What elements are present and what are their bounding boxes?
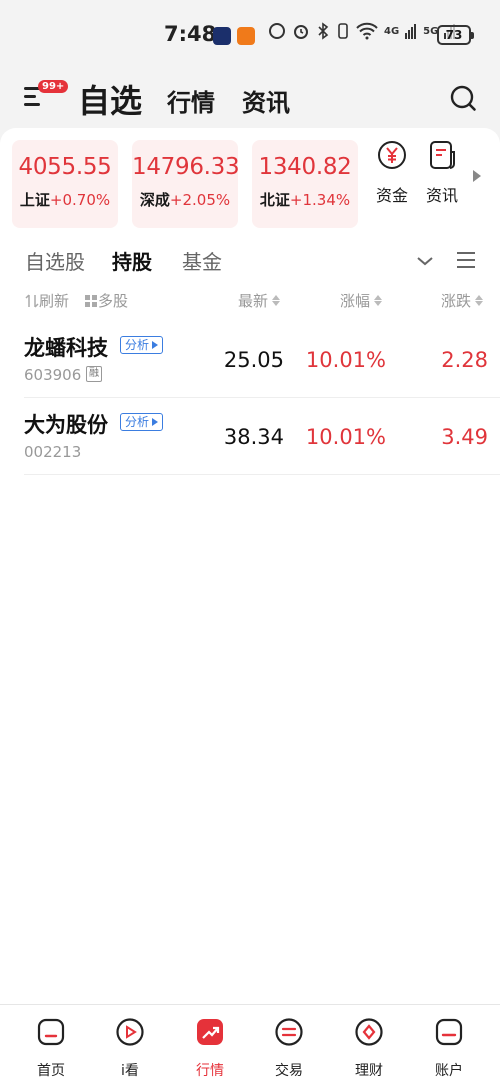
battery-level: 73	[445, 28, 463, 42]
refresh-button[interactable]: 刷新	[25, 290, 69, 311]
wealth-icon	[355, 1018, 383, 1046]
stock-change-amt: 2.28	[441, 348, 488, 372]
network-type: 4G	[384, 25, 400, 37]
sub-tab-bar: 自选股 持股 基金	[0, 246, 500, 282]
index-name: 北证	[259, 191, 290, 209]
more-arrow-icon[interactable]	[473, 170, 481, 182]
sort-arrows-icon	[25, 294, 39, 308]
column-latest[interactable]: 最新	[238, 290, 281, 311]
alarm-icon	[294, 25, 308, 39]
nav-market[interactable]: 行情	[180, 1017, 240, 1080]
stock-name: 大为股份	[24, 413, 108, 437]
column-latest-label: 最新	[238, 292, 269, 310]
column-change-pct[interactable]: 涨幅	[340, 290, 383, 311]
vibrate-icon	[338, 23, 348, 39]
chevron-down-icon[interactable]	[416, 252, 434, 270]
play-icon	[116, 1018, 144, 1046]
subtab-holdings[interactable]: 持股	[112, 246, 152, 275]
home-icon	[37, 1018, 65, 1046]
stock-code: 603906	[24, 366, 82, 384]
main-panel: 4055.55 上证+0.70% 14796.33 深成+2.05% 1340.…	[0, 128, 500, 1004]
stock-row[interactable]: 龙蟠科技 分析 603906 融 25.05 10.01% 2.28	[24, 322, 500, 398]
list-settings-icon[interactable]	[455, 250, 477, 270]
nav-label: 账户	[435, 1063, 463, 1079]
nav-label: 交易	[275, 1063, 303, 1079]
nav-account[interactable]: 账户	[419, 1017, 479, 1080]
document-icon	[430, 141, 455, 169]
tab-news[interactable]: 资讯	[242, 83, 290, 118]
stock-change-pct: 10.01%	[305, 425, 386, 449]
quick-link-funds[interactable]: 资金	[366, 140, 418, 206]
stock-price: 38.34	[223, 425, 284, 449]
index-name: 深成	[139, 191, 170, 209]
multi-stock-button[interactable]: 多股	[84, 290, 128, 311]
yuan-icon	[378, 141, 406, 169]
column-change-amt-label: 涨跌	[441, 292, 472, 310]
nav-label: 首页	[37, 1063, 65, 1079]
grid-icon	[85, 295, 97, 307]
bottom-nav: 首页 i看 行情 交易 理财 账户	[0, 1004, 500, 1083]
exchange-icon	[275, 1018, 303, 1046]
stock-change-amt: 3.49	[441, 425, 488, 449]
battery-indicator: 73	[437, 25, 474, 45]
column-header: 刷新 多股 最新 涨幅 涨跌	[0, 290, 500, 314]
margin-badge: 融	[86, 366, 102, 382]
notification-app-icon	[237, 27, 255, 45]
subtab-funds[interactable]: 基金	[182, 246, 222, 275]
stock-code: 002213	[24, 443, 82, 461]
index-change: +0.70%	[49, 191, 111, 209]
nav-watch[interactable]: i看	[100, 1017, 160, 1080]
index-change: +1.34%	[289, 191, 351, 209]
quick-link-news[interactable]: 资讯	[416, 140, 468, 206]
index-card-sh[interactable]: 4055.55 上证+0.70%	[12, 140, 118, 228]
multi-stock-label: 多股	[98, 292, 129, 310]
index-value: 14796.33	[132, 154, 240, 180]
tab-watchlist[interactable]: 自选	[78, 76, 142, 122]
column-change-pct-label: 涨幅	[340, 292, 371, 310]
index-name: 上证	[19, 191, 50, 209]
data-saver-icon	[269, 23, 285, 39]
nav-wealth[interactable]: 理财	[339, 1017, 399, 1080]
analyze-button[interactable]: 分析	[120, 336, 164, 354]
top-header: 99+ 自选 行情 资讯	[0, 70, 500, 126]
notification-app-icon	[213, 27, 231, 45]
nav-home[interactable]: 首页	[21, 1017, 81, 1080]
column-change-amt[interactable]: 涨跌	[441, 290, 484, 311]
notification-badge: 99+	[38, 80, 69, 93]
quick-link-label: 资讯	[425, 186, 458, 205]
nav-label: 行情	[196, 1063, 224, 1079]
wifi-icon	[356, 22, 378, 40]
stock-row[interactable]: 大为股份 分析 002213 38.34 10.01% 3.49	[24, 399, 500, 475]
nav-label: i看	[121, 1063, 139, 1079]
quick-link-label: 资金	[375, 186, 408, 205]
index-card-sz[interactable]: 14796.33 深成+2.05%	[132, 140, 240, 228]
bluetooth-icon	[318, 22, 329, 40]
subtab-watchlist-stocks[interactable]: 自选股	[25, 246, 85, 275]
nav-trade[interactable]: 交易	[259, 1017, 319, 1080]
search-icon[interactable]	[449, 84, 477, 112]
stock-name: 龙蟠科技	[24, 336, 108, 360]
refresh-label: 刷新	[39, 292, 70, 310]
index-value: 4055.55	[18, 154, 112, 180]
status-bar: 7:48 4G 5G 73	[0, 0, 500, 70]
index-value: 1340.82	[258, 154, 352, 180]
stock-price: 25.05	[223, 348, 284, 372]
account-icon	[435, 1018, 463, 1046]
nav-label: 理财	[355, 1063, 383, 1079]
trend-icon	[197, 1019, 223, 1045]
index-change: +2.05%	[169, 191, 231, 209]
index-card-bj[interactable]: 1340.82 北证+1.34%	[252, 140, 358, 228]
stock-change-pct: 10.01%	[305, 348, 386, 372]
tab-market[interactable]: 行情	[167, 83, 215, 118]
status-icons: 4G 5G	[268, 22, 456, 40]
analyze-button[interactable]: 分析	[120, 413, 164, 431]
signal-icon	[405, 24, 417, 39]
status-time: 7:48	[164, 22, 217, 46]
